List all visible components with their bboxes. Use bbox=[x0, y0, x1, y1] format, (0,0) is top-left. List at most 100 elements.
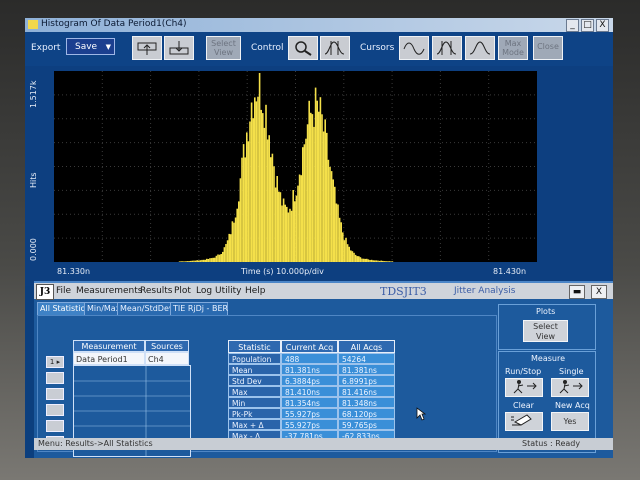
zoom-button[interactable] bbox=[288, 36, 318, 60]
stat-label: Std Dev bbox=[228, 375, 281, 386]
run-stop-button[interactable] bbox=[505, 378, 543, 397]
minimize-app-button[interactable]: ▬ bbox=[569, 285, 585, 299]
row-select-button-3[interactable] bbox=[46, 388, 64, 400]
histogram-plot bbox=[54, 71, 537, 262]
histogram-bar bbox=[276, 176, 278, 262]
cursor-vertical-button[interactable] bbox=[432, 36, 462, 60]
status-menu-path: Menu: Results->All Statistics bbox=[38, 439, 153, 448]
clear-button[interactable] bbox=[505, 412, 543, 431]
histogram-bar bbox=[326, 132, 328, 262]
menu-plot[interactable]: Plot bbox=[174, 286, 191, 296]
histogram-bar bbox=[337, 204, 339, 262]
histogram-bar bbox=[286, 206, 288, 262]
stat-label: Min bbox=[228, 397, 281, 408]
cursors-label: Cursors bbox=[360, 43, 395, 53]
measurement-name[interactable]: Data Period1 bbox=[73, 352, 145, 365]
histogram-bar bbox=[204, 259, 206, 262]
tab-min-max[interactable]: Min/Max bbox=[84, 302, 120, 315]
right-panel: Plots Select View Measure Run/Stop Singl… bbox=[498, 304, 596, 453]
histogram-bar bbox=[250, 102, 253, 262]
export-select[interactable]: Save ▼ bbox=[66, 38, 115, 55]
stat-label: Population bbox=[228, 353, 281, 364]
histogram-bar bbox=[270, 157, 272, 262]
maximize-button[interactable]: □ bbox=[581, 19, 594, 32]
plots-select-view-button[interactable]: Select View bbox=[523, 320, 568, 342]
stat-row-mean: Mean 81.381ns 81.381ns bbox=[228, 364, 398, 375]
histogram-bar bbox=[324, 119, 326, 262]
histogram-bar bbox=[314, 87, 317, 262]
histogram-bar bbox=[385, 261, 387, 262]
close-window-button[interactable]: X bbox=[596, 19, 609, 32]
export-label: Export bbox=[31, 43, 61, 53]
statistics-panel: 1 ▸ Measurement Sources Data Period1 Ch4… bbox=[37, 315, 497, 457]
status-bar: Menu: Results->All Statistics Status : R… bbox=[34, 438, 613, 450]
histogram-bar bbox=[214, 257, 216, 262]
close-app-button[interactable]: X bbox=[591, 285, 607, 299]
histogram-bar bbox=[217, 254, 219, 262]
menu-help[interactable]: Help bbox=[245, 286, 266, 296]
histogram-bar bbox=[228, 233, 230, 262]
max-mode-button[interactable]: Max Mode bbox=[498, 36, 528, 60]
histogram-bar bbox=[321, 114, 323, 262]
histogram-bar bbox=[239, 178, 242, 262]
histogram-bar bbox=[310, 112, 312, 262]
app-logo: J3 bbox=[36, 284, 54, 300]
stat-current: 81.381ns bbox=[281, 364, 338, 375]
histogram-bar bbox=[316, 100, 318, 262]
export-down-button[interactable] bbox=[164, 36, 194, 60]
cursor-horizontal-button[interactable] bbox=[465, 36, 495, 60]
stat-all: 54264 bbox=[338, 353, 395, 364]
cursor-wave-button[interactable] bbox=[399, 36, 429, 60]
menu-file[interactable]: File bbox=[56, 286, 71, 296]
toolbar: Export Save ▼ Select View Control Cursor… bbox=[25, 32, 613, 66]
histogram-bar bbox=[346, 244, 349, 262]
histogram-bar bbox=[263, 127, 266, 262]
tab-tie-rjdj-ber[interactable]: TIE RjDj - BER bbox=[170, 302, 228, 315]
mouse-pointer-icon bbox=[416, 407, 426, 421]
row-select-button-2[interactable] bbox=[46, 372, 64, 384]
select-view-button[interactable]: Select View bbox=[206, 36, 241, 60]
row-select-button-4[interactable] bbox=[46, 404, 64, 416]
export-up-button[interactable] bbox=[132, 36, 162, 60]
waveform-control-button[interactable] bbox=[320, 36, 350, 60]
stat-all: 81.416ns bbox=[338, 386, 395, 397]
measurement-source[interactable]: Ch4 bbox=[145, 352, 189, 365]
histogram-bar bbox=[273, 166, 275, 262]
histogram-bar bbox=[190, 260, 192, 262]
histogram-bar bbox=[274, 187, 277, 262]
histogram-bar bbox=[236, 208, 238, 262]
new-acq-yes-button[interactable]: Yes bbox=[551, 412, 589, 431]
histogram-bar bbox=[348, 246, 350, 262]
single-button[interactable] bbox=[551, 378, 589, 397]
histogram-bar bbox=[287, 212, 290, 262]
histogram-bar bbox=[292, 190, 294, 262]
histogram-bar bbox=[209, 258, 211, 262]
row-select-button-1[interactable]: 1 ▸ bbox=[46, 356, 64, 368]
histogram-bar bbox=[366, 258, 368, 262]
clear-label: Clear bbox=[513, 401, 534, 410]
minimize-button[interactable]: _ bbox=[566, 19, 579, 32]
close-button[interactable]: Close bbox=[533, 36, 563, 60]
stat-current: 81.354ns bbox=[281, 397, 338, 408]
histogram-bar bbox=[375, 260, 378, 262]
current-acq-header: Current Acq bbox=[281, 340, 338, 353]
row-select-button-5[interactable] bbox=[46, 420, 64, 432]
arrow-down-box-icon bbox=[169, 41, 189, 55]
sources-header: Sources bbox=[145, 340, 189, 352]
histogram-bar bbox=[377, 260, 379, 262]
histogram-bar bbox=[297, 185, 299, 262]
histogram-bar bbox=[233, 222, 235, 262]
menu-results[interactable]: Results bbox=[140, 286, 173, 296]
plots-box: Plots Select View bbox=[498, 304, 596, 350]
tab-mean-stddev[interactable]: Mean/StdDev bbox=[117, 302, 174, 315]
menu-log[interactable]: Log bbox=[196, 286, 212, 296]
stat-row-population: Population 488 54264 bbox=[228, 353, 398, 364]
menu-utility[interactable]: Utility bbox=[215, 286, 241, 296]
histogram-bar bbox=[271, 153, 274, 262]
histogram-bar bbox=[340, 222, 342, 262]
export-value: Save bbox=[75, 42, 98, 52]
tab-all-statistics[interactable]: All Statistics bbox=[37, 302, 89, 315]
menu-measurements[interactable]: Measurements bbox=[76, 286, 142, 296]
y-axis-title: Hits bbox=[29, 172, 38, 188]
histogram-bar bbox=[185, 261, 187, 262]
